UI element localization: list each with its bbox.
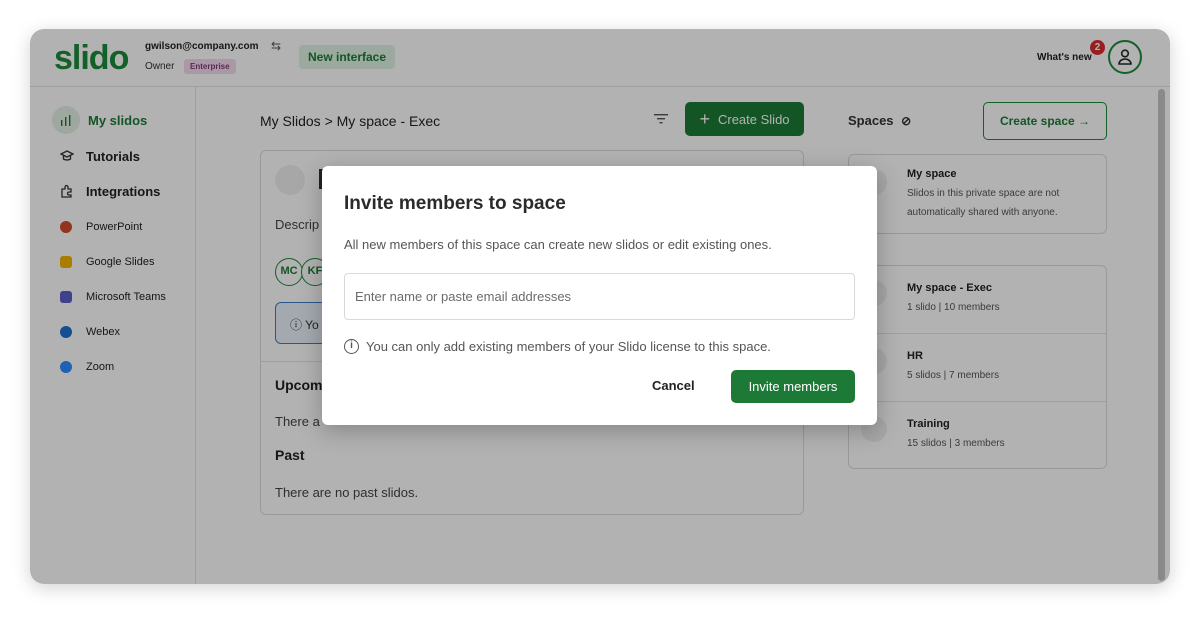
cancel-button[interactable]: Cancel (652, 378, 695, 393)
info-icon: i (344, 339, 359, 354)
invite-members-input[interactable] (344, 273, 855, 320)
invite-members-dialog: Invite members to space All new members … (322, 166, 877, 425)
license-note-text: You can only add existing members of you… (366, 339, 771, 354)
dialog-description: All new members of this space can create… (344, 237, 772, 252)
license-note: i You can only add existing members of y… (344, 339, 771, 354)
dialog-title: Invite members to space (344, 193, 566, 214)
scrollbar[interactable] (1158, 89, 1165, 581)
app-window: slido gwilson@company.com ⇆ Owner Enterp… (30, 29, 1170, 584)
invite-members-button[interactable]: Invite members (731, 370, 855, 403)
